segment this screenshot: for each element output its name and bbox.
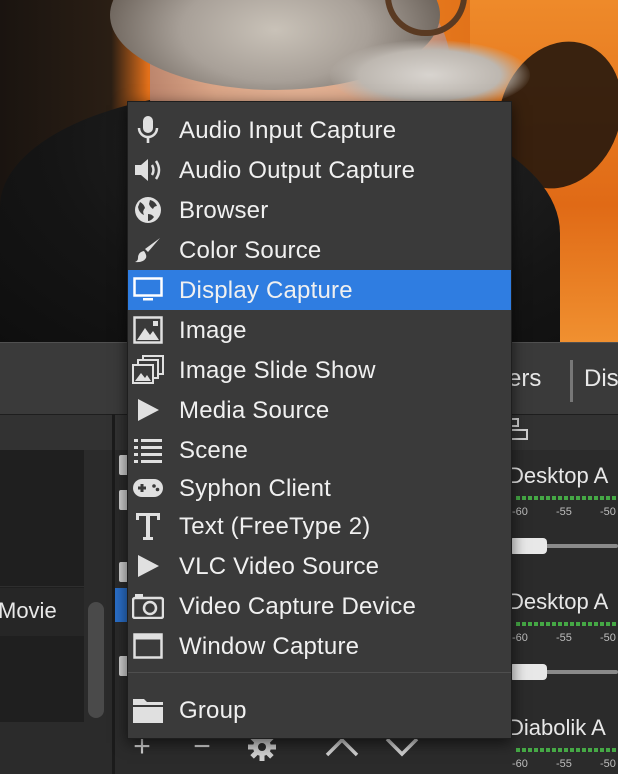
mixer-dock-icon	[510, 418, 528, 440]
menu-item-image-slide-show[interactable]: Image Slide Show	[128, 350, 511, 390]
mixer-track-name: Desktop A	[508, 463, 609, 488]
play-icon	[138, 555, 159, 577]
volume-slider-handle[interactable]	[509, 664, 547, 680]
menu-item-window-capture[interactable]: Window Capture	[128, 626, 511, 666]
menu-item-audio-output-capture[interactable]: Audio Output Capture	[128, 150, 511, 190]
text-icon	[136, 513, 160, 540]
menu-item-video-capture-device[interactable]: Video Capture Device	[128, 586, 511, 626]
meter-scale: -60 -55 -50	[512, 632, 616, 644]
list-icon	[134, 439, 162, 463]
speaker-icon	[135, 159, 161, 181]
menu-separator	[128, 672, 511, 673]
menu-item-audio-input-capture[interactable]: Audio Input Capture	[128, 110, 511, 150]
scene-list-item[interactable]: Movie	[0, 588, 84, 636]
camera-icon	[132, 594, 164, 619]
mixer-track-name: Diabolik A	[508, 715, 606, 740]
tab-audio-mixer[interactable]: ers	[508, 365, 541, 393]
image-icon	[133, 316, 163, 344]
menu-item-scene[interactable]: Scene	[128, 430, 511, 470]
menu-item-media-source[interactable]: Media Source	[128, 390, 511, 430]
tab-divider	[570, 360, 573, 402]
menu-item-text-freetype[interactable]: Text (FreeType 2)	[128, 506, 511, 546]
menu-item-display-capture[interactable]: Display Capture	[128, 270, 511, 310]
globe-icon	[135, 197, 161, 223]
monitor-icon	[133, 277, 163, 301]
menu-item-syphon-client[interactable]: Syphon Client	[128, 468, 511, 508]
paintbrush-icon	[135, 238, 160, 263]
menu-item-color-source[interactable]: Color Source	[128, 230, 511, 270]
volume-slider-handle[interactable]	[509, 538, 547, 554]
chevron-up-icon	[325, 737, 359, 757]
menu-item-image[interactable]: Image	[128, 310, 511, 350]
volume-meter	[516, 748, 618, 752]
menu-item-vlc-video-source[interactable]: VLC Video Source	[128, 546, 511, 586]
microphone-icon	[137, 116, 159, 143]
scene-list-item[interactable]	[0, 450, 84, 587]
person-beard	[330, 40, 530, 110]
window-icon	[133, 633, 163, 659]
meter-scale: -60 -55 -50	[512, 506, 616, 518]
meter-scale: -60 -55 -50	[512, 758, 616, 770]
mixer-track-name: Desktop A	[508, 589, 609, 614]
volume-meter	[516, 496, 618, 500]
menu-item-group[interactable]: Group	[128, 690, 511, 730]
tab-next[interactable]: Dis	[584, 365, 618, 393]
scene-name: Movie	[0, 598, 57, 623]
folder-icon	[133, 699, 163, 723]
scenes-scrollbar[interactable]	[88, 602, 104, 718]
volume-meter	[516, 622, 618, 626]
play-icon	[138, 399, 159, 421]
chevron-down-icon	[385, 737, 419, 757]
menu-item-browser[interactable]: Browser	[128, 190, 511, 230]
add-source-menu: Audio Input Capture Audio Output Capture…	[127, 101, 512, 739]
gamepad-icon	[133, 479, 163, 497]
slideshow-icon	[132, 355, 164, 384]
